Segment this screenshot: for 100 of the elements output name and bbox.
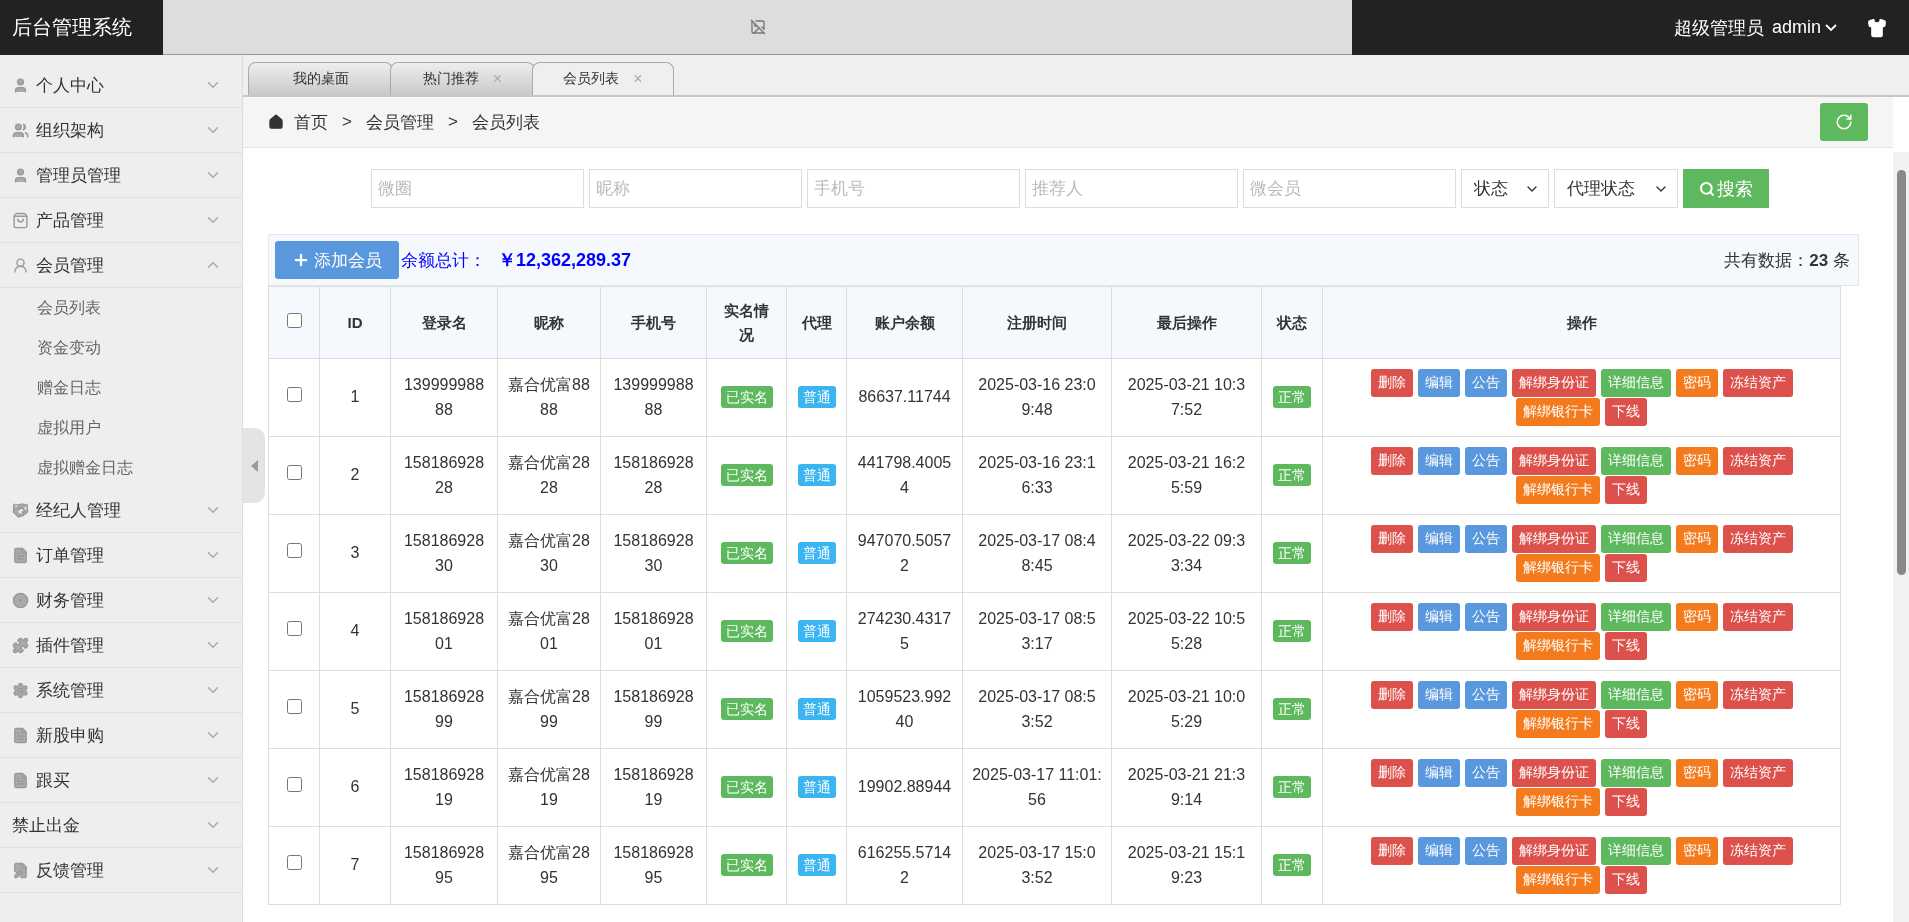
close-icon[interactable]: ×	[633, 70, 643, 88]
action-button[interactable]: 解绑银行卡	[1516, 398, 1600, 426]
filter-field[interactable]: 微会员	[1243, 169, 1456, 208]
filter-select[interactable]: 状态	[1461, 169, 1549, 208]
action-button[interactable]: 解绑身份证	[1511, 525, 1596, 553]
refresh-button[interactable]	[1820, 103, 1868, 141]
sidebar-item[interactable]: 跟买	[0, 758, 242, 803]
action-button[interactable]: 解绑身份证	[1511, 837, 1596, 865]
action-button[interactable]: 编辑	[1417, 759, 1460, 787]
action-button[interactable]: 详细信息	[1600, 447, 1671, 475]
action-button[interactable]: 密码	[1675, 603, 1718, 631]
action-button[interactable]: 公告	[1464, 837, 1507, 865]
action-button[interactable]: 公告	[1464, 603, 1507, 631]
action-button[interactable]: 删除	[1370, 369, 1413, 397]
scrollbar[interactable]	[1893, 152, 1909, 922]
action-button[interactable]: 解绑身份证	[1511, 447, 1596, 475]
action-button[interactable]: 详细信息	[1600, 681, 1671, 709]
tab[interactable]: 我的桌面	[248, 62, 393, 95]
breadcrumb-item[interactable]: 首页	[294, 110, 328, 134]
action-button[interactable]: 解绑身份证	[1511, 603, 1596, 631]
user-menu[interactable]: admin	[1771, 17, 1837, 38]
collapse-handle[interactable]	[243, 428, 265, 503]
sidebar-item[interactable]: 插件管理	[0, 623, 242, 668]
sidebar-item[interactable]: 个人中心	[0, 63, 242, 108]
action-button[interactable]: 删除	[1370, 525, 1413, 553]
action-button[interactable]: 冻结资产	[1722, 447, 1793, 475]
action-button[interactable]: 删除	[1370, 447, 1413, 475]
action-button[interactable]: 冻结资产	[1722, 681, 1793, 709]
row-checkbox[interactable]	[286, 465, 302, 481]
filter-field[interactable]: 昵称	[589, 169, 802, 208]
sidebar-item[interactable]: 产品管理	[0, 198, 242, 243]
action-button[interactable]: 公告	[1464, 681, 1507, 709]
action-button[interactable]: 编辑	[1417, 837, 1460, 865]
search-button[interactable]: 搜索	[1683, 169, 1769, 208]
action-button[interactable]: 删除	[1370, 837, 1413, 865]
action-button[interactable]: 详细信息	[1600, 837, 1671, 865]
action-button[interactable]: 下线	[1605, 788, 1647, 816]
action-button[interactable]: 删除	[1370, 603, 1413, 631]
add-member-button[interactable]: 添加会员	[275, 241, 399, 279]
sidebar-item[interactable]: 订单管理	[0, 533, 242, 578]
action-button[interactable]: 解绑银行卡	[1516, 476, 1600, 504]
action-button[interactable]: 冻结资产	[1722, 603, 1793, 631]
sidebar-item[interactable]: 管理员管理	[0, 153, 242, 198]
sidebar-item[interactable]: 反馈管理	[0, 848, 242, 893]
action-button[interactable]: 公告	[1464, 759, 1507, 787]
action-button[interactable]: 下线	[1605, 710, 1647, 738]
action-button[interactable]: 编辑	[1417, 525, 1460, 553]
action-button[interactable]: 编辑	[1417, 369, 1460, 397]
action-button[interactable]: 详细信息	[1600, 525, 1671, 553]
action-button[interactable]: 解绑银行卡	[1516, 788, 1600, 816]
action-button[interactable]: 解绑银行卡	[1516, 632, 1600, 660]
sidebar-item[interactable]: 禁止出金	[0, 803, 242, 848]
row-checkbox[interactable]	[286, 621, 302, 637]
breadcrumb-item[interactable]: 会员管理	[365, 110, 434, 134]
filter-field[interactable]: 微圈	[371, 169, 584, 208]
sidebar-subitem[interactable]: 虚拟用户	[0, 408, 242, 448]
action-button[interactable]: 编辑	[1417, 447, 1460, 475]
sidebar-item[interactable]: 经纪人管理	[0, 488, 242, 533]
action-button[interactable]: 解绑身份证	[1511, 759, 1596, 787]
sidebar-item[interactable]: 会员管理	[0, 243, 242, 288]
row-checkbox[interactable]	[286, 543, 302, 559]
action-button[interactable]: 冻结资产	[1722, 525, 1793, 553]
action-button[interactable]: 密码	[1675, 447, 1718, 475]
action-button[interactable]: 详细信息	[1600, 759, 1671, 787]
sidebar-item[interactable]: 新股申购	[0, 713, 242, 758]
action-button[interactable]: 删除	[1370, 681, 1413, 709]
action-button[interactable]: 编辑	[1417, 603, 1460, 631]
action-button[interactable]: 下线	[1605, 554, 1647, 582]
action-button[interactable]: 编辑	[1417, 681, 1460, 709]
action-button[interactable]: 下线	[1605, 398, 1647, 426]
select-all-checkbox[interactable]	[286, 312, 302, 328]
action-button[interactable]: 密码	[1675, 837, 1718, 865]
filter-select[interactable]: 代理状态	[1554, 169, 1678, 208]
row-checkbox[interactable]	[286, 699, 302, 715]
action-button[interactable]: 下线	[1605, 476, 1647, 504]
action-button[interactable]: 详细信息	[1600, 603, 1671, 631]
action-button[interactable]: 冻结资产	[1722, 759, 1793, 787]
action-button[interactable]: 解绑身份证	[1511, 369, 1596, 397]
action-button[interactable]: 删除	[1370, 759, 1413, 787]
sidebar-subitem[interactable]: 会员列表	[0, 288, 242, 328]
tab[interactable]: 热门推荐 ×	[390, 62, 535, 95]
action-button[interactable]: 冻结资产	[1722, 837, 1793, 865]
filter-field[interactable]: 推荐人	[1025, 169, 1238, 208]
row-checkbox[interactable]	[286, 387, 302, 403]
action-button[interactable]: 下线	[1605, 866, 1647, 894]
sidebar-item[interactable]: 系统管理	[0, 668, 242, 713]
tab[interactable]: 会员列表 ×	[532, 62, 674, 95]
action-button[interactable]: 解绑银行卡	[1516, 554, 1600, 582]
action-button[interactable]: 密码	[1675, 681, 1718, 709]
action-button[interactable]: 密码	[1675, 759, 1718, 787]
action-button[interactable]: 密码	[1675, 525, 1718, 553]
action-button[interactable]: 解绑银行卡	[1516, 866, 1600, 894]
sidebar-subitem[interactable]: 虚拟赠金日志	[0, 448, 242, 488]
sidebar-item[interactable]: 组织架构	[0, 108, 242, 153]
sidebar-subitem[interactable]: 赠金日志	[0, 368, 242, 408]
shirt-icon[interactable]	[1867, 17, 1887, 38]
action-button[interactable]: 下线	[1605, 632, 1647, 660]
action-button[interactable]: 冻结资产	[1722, 369, 1793, 397]
action-button[interactable]: 密码	[1675, 369, 1718, 397]
filter-field[interactable]: 手机号	[807, 169, 1020, 208]
